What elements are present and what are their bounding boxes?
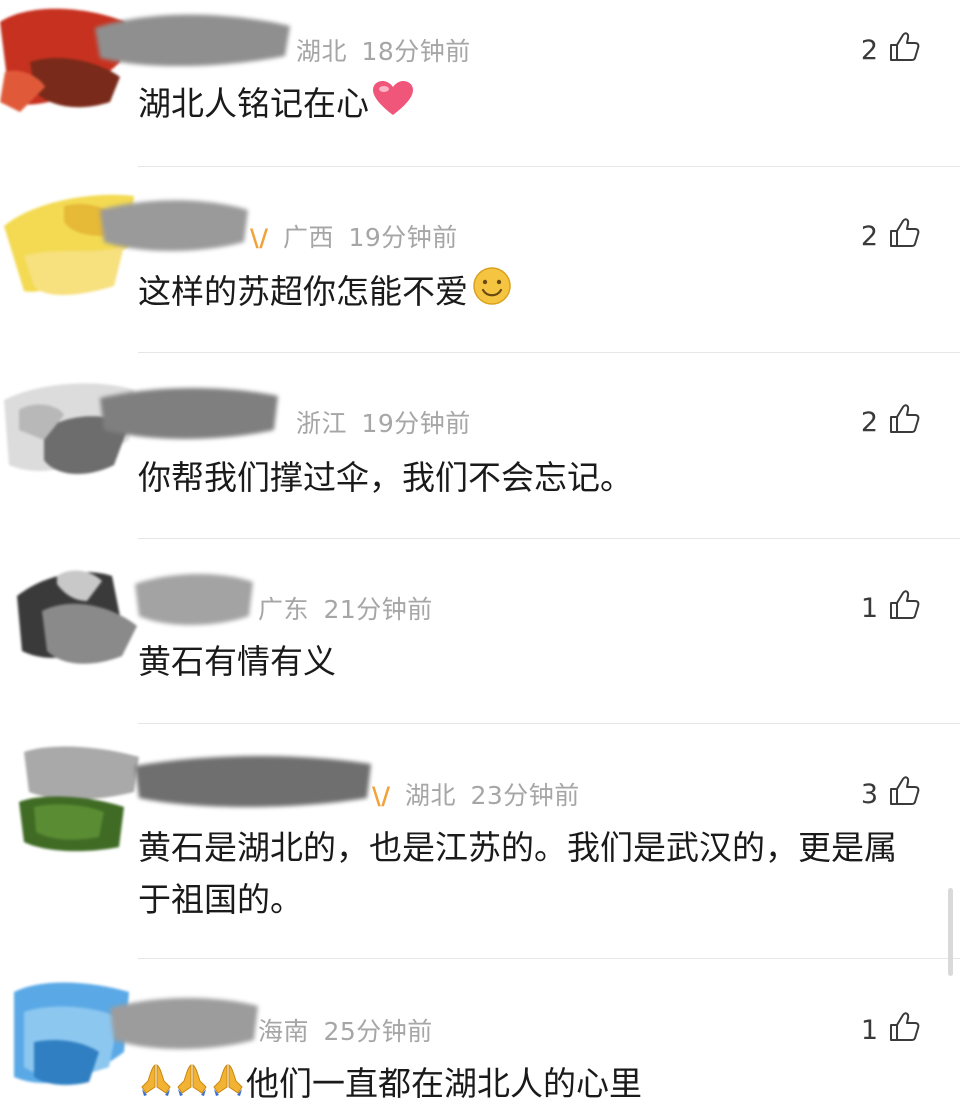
like-button[interactable]: 1 <box>861 588 920 629</box>
username-obscured[interactable] <box>100 192 250 256</box>
like-count: 3 <box>860 779 878 810</box>
smile-emoji <box>472 266 512 321</box>
region: 广东 <box>258 595 310 624</box>
like-button[interactable]: 1 <box>861 1010 920 1051</box>
divider <box>138 723 960 724</box>
divider <box>138 166 960 167</box>
heart-emoji <box>373 80 413 132</box>
divider <box>138 352 960 353</box>
thumbs-up-icon <box>886 216 920 257</box>
thumbs-up-icon <box>886 774 920 815</box>
thumbs-up-icon <box>886 30 920 71</box>
like-count: 2 <box>860 221 878 252</box>
badge-icon: \/ <box>372 782 391 810</box>
comment-meta: \/ 广西 19分钟前 <box>250 218 458 254</box>
comment-text: 这样的苏超你怎能不爱 <box>138 266 913 321</box>
like-count: 2 <box>860 407 878 438</box>
like-count: 1 <box>860 593 878 624</box>
comment-text: 黄石有情有义 <box>138 642 336 681</box>
username-obscured[interactable] <box>95 8 295 72</box>
comment-text: 湖北人铭记在心 <box>138 78 913 132</box>
comment-meta: \/ 湖北 23分钟前 <box>372 776 580 812</box>
avatar[interactable] <box>14 742 142 852</box>
thumbs-up-icon <box>886 1010 920 1051</box>
like-count: 2 <box>860 35 878 66</box>
scrollbar[interactable] <box>948 888 953 976</box>
like-button[interactable]: 2 <box>861 216 920 257</box>
username-obscured[interactable] <box>100 380 280 444</box>
divider <box>138 958 960 959</box>
comment-text: 黄石是湖北的，也是江苏的。我们是武汉的，更是属于祖国的。 <box>138 828 897 919</box>
comment-text: 他们一直都在湖北人的心里 <box>138 1058 913 1112</box>
timestamp: 19分钟前 <box>361 409 471 438</box>
username-obscured[interactable] <box>135 748 375 812</box>
pray-emoji <box>138 1060 174 1112</box>
like-button[interactable]: 2 <box>861 30 920 71</box>
username-obscured[interactable] <box>110 990 260 1054</box>
comment-meta: 广东 21分钟前 <box>258 590 433 626</box>
comment-meta: 湖北 18分钟前 <box>296 32 471 68</box>
timestamp: 21分钟前 <box>323 595 433 624</box>
comment-meta: 海南 25分钟前 <box>258 1012 433 1048</box>
pray-emoji <box>210 1060 246 1112</box>
timestamp: 25分钟前 <box>323 1017 433 1046</box>
region: 浙江 <box>296 409 348 438</box>
timestamp: 23分钟前 <box>470 781 580 810</box>
region: 广西 <box>282 223 334 252</box>
username-obscured[interactable] <box>135 566 255 630</box>
avatar[interactable] <box>12 556 140 666</box>
comment-meta: 浙江 19分钟前 <box>296 404 471 440</box>
divider <box>138 538 960 539</box>
region: 海南 <box>258 1017 310 1046</box>
like-button[interactable]: 3 <box>861 774 920 815</box>
badge-icon: \/ <box>250 224 269 252</box>
pray-emoji <box>174 1060 210 1112</box>
thumbs-up-icon <box>886 402 920 443</box>
timestamp: 19分钟前 <box>348 223 458 252</box>
region: 湖北 <box>296 37 348 66</box>
like-button[interactable]: 2 <box>861 402 920 443</box>
region: 湖北 <box>404 781 456 810</box>
timestamp: 18分钟前 <box>361 37 471 66</box>
comment-text: 你帮我们撑过伞，我们不会忘记。 <box>138 458 633 497</box>
like-count: 1 <box>860 1015 878 1046</box>
thumbs-up-icon <box>886 588 920 629</box>
